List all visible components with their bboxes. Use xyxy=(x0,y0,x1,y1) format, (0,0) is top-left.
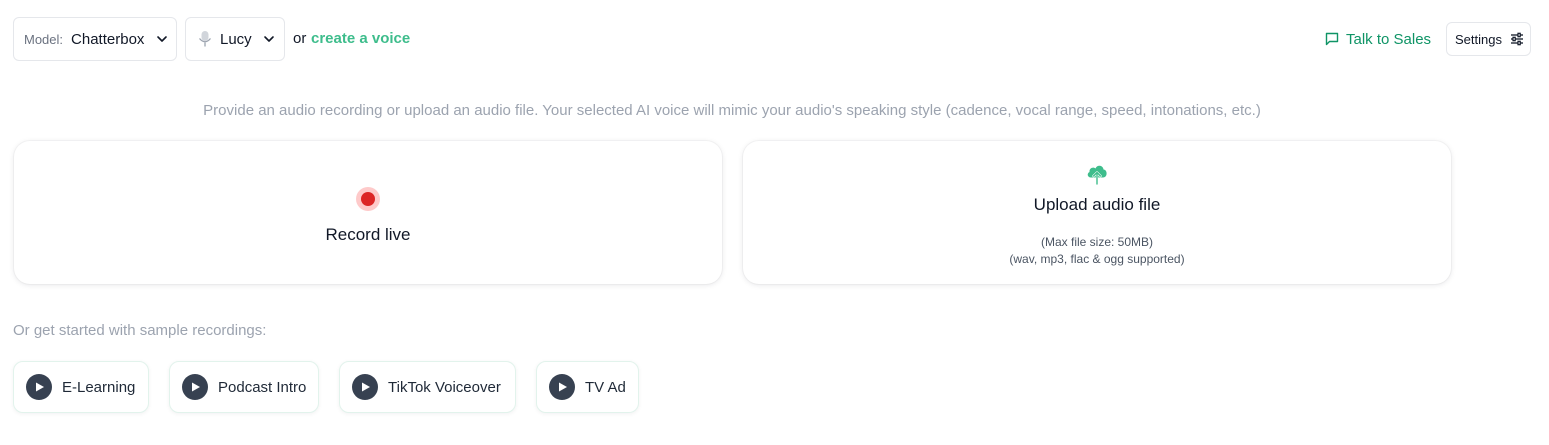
voice-value: Lucy xyxy=(220,30,252,48)
upload-audio-title: Upload audio file xyxy=(1033,195,1161,214)
intro-text: Provide an audio recording or upload an … xyxy=(203,102,1261,119)
upload-audio-card[interactable]: Upload audio file (Max file size: 50MB) … xyxy=(743,141,1451,284)
play-icon xyxy=(352,374,378,400)
model-value: Chatterbox xyxy=(71,30,145,48)
create-voice-link[interactable]: create a voice xyxy=(311,30,410,47)
chevron-down-icon xyxy=(263,36,274,42)
model-label: Model: xyxy=(24,31,64,47)
settings-label: Settings xyxy=(1455,31,1502,47)
samples-label: Or get started with sample recordings: xyxy=(13,322,267,339)
settings-button[interactable]: Settings xyxy=(1446,22,1531,56)
microphone-icon xyxy=(199,31,211,47)
sample-tv-ad-button[interactable]: TV Ad xyxy=(536,361,639,413)
model-select[interactable]: Model: Chatterbox xyxy=(13,17,177,61)
chat-icon xyxy=(1325,32,1339,46)
voice-select[interactable]: Lucy xyxy=(185,17,285,61)
record-live-card[interactable]: Record live xyxy=(14,141,722,284)
sample-podcast-intro-button[interactable]: Podcast Intro xyxy=(169,361,319,413)
talk-to-sales-button[interactable]: Talk to Sales xyxy=(1325,29,1431,49)
play-icon xyxy=(549,374,575,400)
chevron-down-icon xyxy=(157,36,168,42)
sample-label: E-Learning xyxy=(62,378,136,396)
upload-max-size: (Max file size: 50MB) xyxy=(1040,235,1154,249)
sample-e-learning-button[interactable]: E-Learning xyxy=(13,361,149,413)
cloud-upload-icon xyxy=(1087,165,1107,185)
page: Model: Chatterbox Lucy or create a voice… xyxy=(0,0,1549,445)
play-icon xyxy=(26,374,52,400)
sample-label: Podcast Intro xyxy=(218,378,307,396)
or-text: or xyxy=(293,30,307,47)
upload-formats: (wav, mp3, flac & ogg supported) xyxy=(1009,252,1185,266)
sample-label: TV Ad xyxy=(585,378,626,396)
sample-tiktok-voiceover-button[interactable]: TikTok Voiceover xyxy=(339,361,516,413)
sliders-icon xyxy=(1510,32,1523,46)
record-icon xyxy=(356,187,380,211)
play-icon xyxy=(182,374,208,400)
talk-to-sales-label: Talk to Sales xyxy=(1346,30,1432,48)
sample-label: TikTok Voiceover xyxy=(388,378,501,396)
record-live-title: Record live xyxy=(325,225,411,244)
